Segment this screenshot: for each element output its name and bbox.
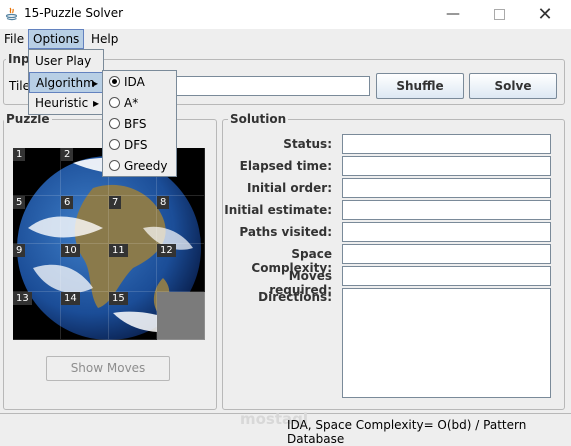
minimize-icon[interactable]: — <box>430 0 476 29</box>
menu-item-heuristic[interactable]: Heuristic ▸ <box>29 93 103 114</box>
tile[interactable]: 15 <box>109 292 157 340</box>
directions-textarea[interactable] <box>342 288 551 398</box>
menu-item-user-play[interactable]: User Play <box>29 51 103 72</box>
solve-button[interactable]: Solve <box>469 73 557 99</box>
tile[interactable]: 6 <box>61 196 109 244</box>
radio-icon <box>109 160 120 171</box>
radio-item-ida[interactable]: IDA <box>103 72 176 93</box>
directions-label: Directions: <box>258 290 332 304</box>
solution-panel-title: Solution <box>228 112 289 126</box>
status-label: Status: <box>283 137 332 151</box>
moves-required-field[interactable] <box>342 266 551 286</box>
tile[interactable]: 10 <box>61 244 109 292</box>
java-app-icon <box>5 7 18 21</box>
paths-visited-field[interactable] <box>342 222 551 242</box>
tile[interactable]: 14 <box>61 292 109 340</box>
elapsed-time-label: Elapsed time: <box>239 159 332 173</box>
radio-selected-icon <box>109 76 120 87</box>
tile[interactable]: 1 <box>13 148 61 196</box>
window-title: 15-Puzzle Solver <box>24 6 124 20</box>
space-complexity-field[interactable] <box>342 244 551 264</box>
initial-order-label: Initial order: <box>247 181 332 195</box>
maximize-icon[interactable] <box>476 0 522 29</box>
menu-options[interactable]: Options <box>28 29 84 49</box>
show-moves-button[interactable]: Show Moves <box>46 356 170 381</box>
menu-bar <box>0 29 571 49</box>
submenu-arrow-icon: ▸ <box>92 96 99 110</box>
initial-estimate-field[interactable] <box>342 200 551 220</box>
menu-help[interactable]: Help <box>87 29 122 49</box>
tile[interactable]: 8 <box>157 196 205 244</box>
tile[interactable]: 12 <box>157 244 205 292</box>
tile[interactable]: 11 <box>109 244 157 292</box>
shuffle-button[interactable]: Shuffle <box>376 73 464 99</box>
tile[interactable]: 5 <box>13 196 61 244</box>
initial-estimate-label: Initial estimate: <box>224 203 332 217</box>
tile[interactable]: 13 <box>13 292 61 340</box>
paths-visited-label: Paths visited: <box>239 225 332 239</box>
tile[interactable]: 9 <box>13 244 61 292</box>
radio-icon <box>109 139 120 150</box>
tile[interactable]: 7 <box>109 196 157 244</box>
submenu-arrow-icon: ▸ <box>91 76 98 90</box>
radio-item-astar[interactable]: A* <box>103 93 176 114</box>
empty-tile[interactable] <box>157 292 205 340</box>
radio-item-greedy[interactable]: Greedy <box>103 156 176 177</box>
radio-icon <box>109 97 120 108</box>
elapsed-time-field[interactable] <box>342 156 551 176</box>
status-field[interactable] <box>342 134 551 154</box>
menu-item-algorithm[interactable]: Algorithm ▸ <box>29 72 103 93</box>
radio-item-bfs[interactable]: BFS <box>103 114 176 135</box>
radio-item-dfs[interactable]: DFS <box>103 135 176 156</box>
radio-icon <box>109 118 120 129</box>
initial-order-field[interactable] <box>342 178 551 198</box>
close-icon[interactable]: ✕ <box>522 0 568 29</box>
status-text: IDA, Space Complexity= O(bd) / Pattern D… <box>287 418 527 446</box>
menu-file[interactable]: File <box>0 29 28 49</box>
